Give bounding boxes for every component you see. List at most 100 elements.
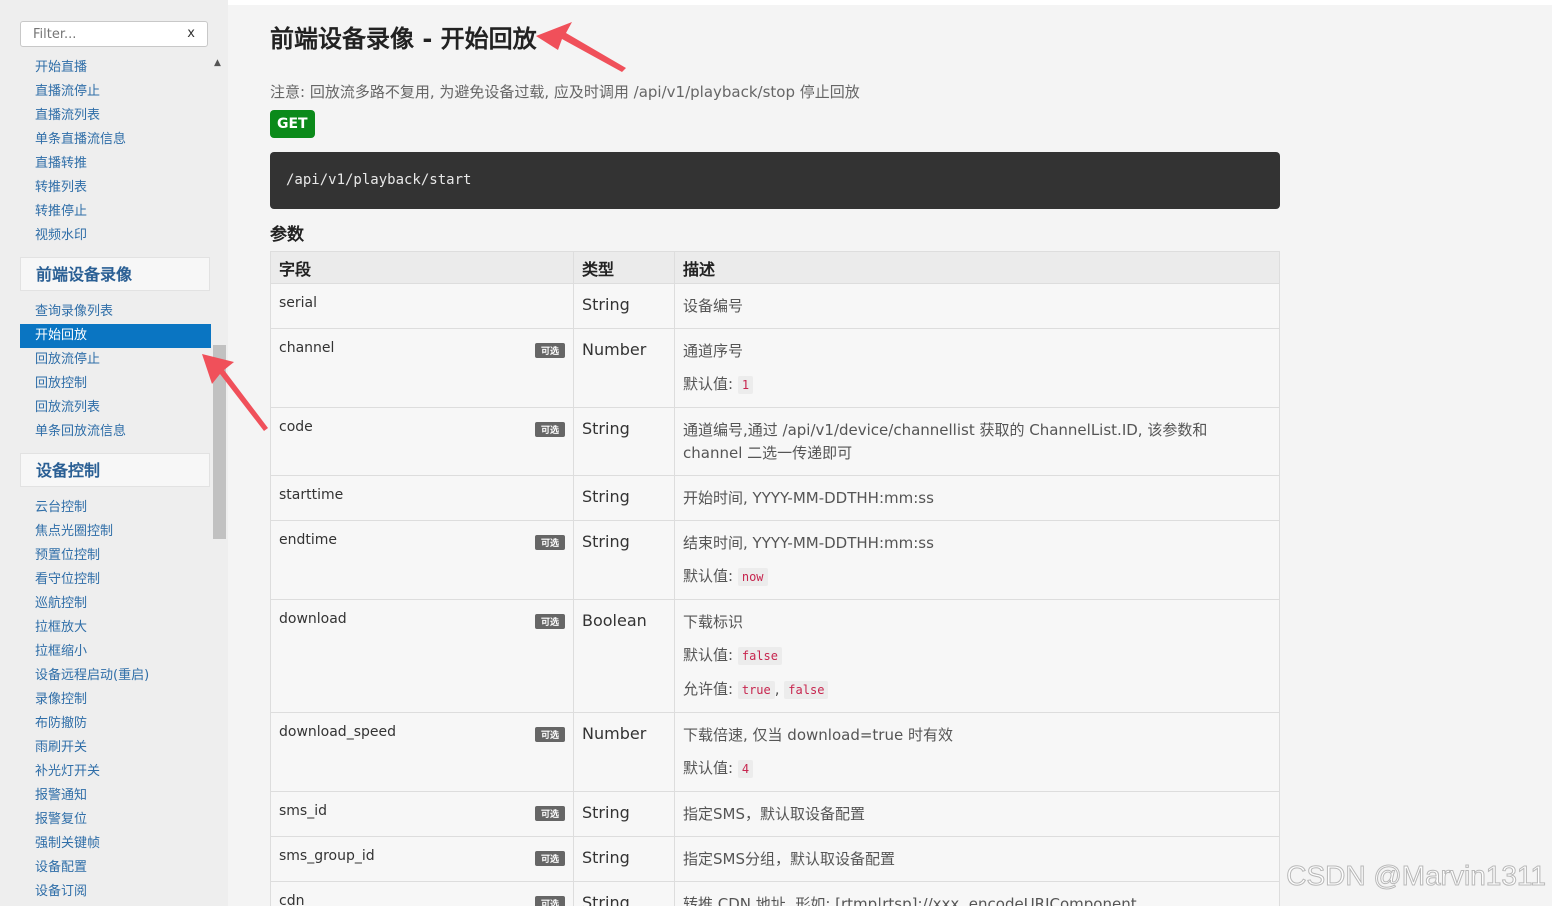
nav-list: 开始直播 直播流停止 直播流列表 单条直播流信息 直播转推 转推列表 转推停止 … (20, 56, 211, 904)
table-row: cdn 可选 String 转推 CDN 地址, 形如: [rtmp|rtsp]:… (270, 881, 1280, 906)
field-label: download_speed (279, 724, 396, 740)
field-label: channel (279, 340, 335, 356)
optional-badge: 可选 (534, 422, 565, 437)
optional-badge: 可选 (534, 806, 565, 821)
nav-item-reboot[interactable]: 设备远程启动(重启) (20, 664, 211, 688)
nav-item-ptz[interactable]: 云台控制 (20, 496, 211, 520)
params-table: 字段 类型 描述 serial String 设备编号 channel 可选 Nu… (270, 251, 1280, 906)
field-description: 下载倍速, 仅当 download=true 时有效 默认值: 4 (674, 712, 1280, 792)
field-type: String (573, 407, 675, 476)
nav-item-push-list[interactable]: 转推列表 (20, 176, 211, 200)
nav-item-zoom-out[interactable]: 拉框缩小 (20, 640, 211, 664)
field-label: endtime (279, 532, 338, 548)
nav-item-cruise[interactable]: 巡航控制 (20, 592, 211, 616)
optional-badge: 可选 (534, 896, 565, 906)
field-type: Number (573, 712, 675, 792)
nav-item-playback-info[interactable]: 单条回放流信息 (20, 420, 211, 444)
field-name: endtime 可选 (270, 520, 574, 600)
table-row: serial String 设备编号 (270, 283, 1280, 329)
nav-item-live-stop[interactable]: 直播流停止 (20, 80, 211, 104)
nav-group-device-record[interactable]: 前端设备录像 (20, 257, 210, 291)
description-text: 指定SMS，默认取设备配置 (683, 805, 865, 823)
field-label: starttime (279, 487, 344, 503)
field-label: download (279, 611, 347, 627)
nav-item-guard[interactable]: 布防撤防 (20, 712, 211, 736)
main-content: 前端设备录像 - 开始回放 注意: 回放流多路不复用, 为避免设备过载, 应及时… (228, 0, 1552, 906)
optional-badge: 可选 (534, 535, 565, 550)
field-description: 转推 CDN 地址, 形如: [rtmp|rtsp]://xxx, encode… (674, 881, 1280, 906)
allowed-value: true (737, 681, 775, 699)
field-description: 通道序号 默认值: 1 (674, 328, 1280, 408)
scrollbar-thumb[interactable] (213, 345, 226, 539)
nav-item-record-control[interactable]: 录像控制 (20, 688, 211, 712)
field-label: code (279, 419, 313, 435)
nav-item-watermark[interactable]: 视频水印 (20, 224, 211, 248)
field-name: channel 可选 (270, 328, 574, 408)
field-name: serial (270, 283, 574, 329)
nav-item-home-position[interactable]: 看守位控制 (20, 568, 211, 592)
nav-item-live-list[interactable]: 直播流列表 (20, 104, 211, 128)
allowed-label: 允许值: (683, 680, 734, 698)
nav-item-live-push[interactable]: 直播转推 (20, 152, 211, 176)
description-text: 通道编号,通过 /api/v1/device/channellist 获取的 C… (683, 421, 1208, 462)
nav-item-wiper[interactable]: 雨刷开关 (20, 736, 211, 760)
nav-item-playback-control[interactable]: 回放控制 (20, 372, 211, 396)
default-label: 默认值: (683, 375, 734, 393)
table-row: starttime String 开始时间, YYYY-MM-DDTHH:mm:… (270, 475, 1280, 521)
field-type: String (573, 791, 675, 837)
filter-box: x (20, 21, 208, 47)
nav-item-focus[interactable]: 焦点光圈控制 (20, 520, 211, 544)
nav-item-playback-start[interactable]: 开始回放 (20, 324, 211, 348)
nav-item-playback-stop[interactable]: 回放流停止 (20, 348, 211, 372)
header-field: 字段 (270, 251, 574, 284)
default-value: now (737, 568, 768, 586)
nav-item-device-config[interactable]: 设备配置 (20, 856, 211, 880)
scroll-up-icon[interactable]: ▲ (214, 58, 221, 68)
filter-input[interactable] (21, 22, 181, 46)
nav-item-start-live[interactable]: 开始直播 (20, 56, 211, 80)
description-text: 设备编号 (683, 297, 744, 315)
field-description: 指定SMS，默认取设备配置 (674, 791, 1280, 837)
nav-item-device-subscribe[interactable]: 设备订阅 (20, 880, 211, 904)
nav-item-playback-list[interactable]: 回放流列表 (20, 396, 211, 420)
field-description: 指定SMS分组，默认取设备配置 (674, 836, 1280, 882)
description-text: 下载标识 (683, 613, 744, 631)
default-value: false (737, 647, 782, 665)
field-label: sms_id (279, 803, 328, 819)
field-name: download 可选 (270, 599, 574, 713)
optional-badge: 可选 (534, 851, 565, 866)
nav-item-keyframe[interactable]: 强制关键帧 (20, 832, 211, 856)
nav-item-alarm-notify[interactable]: 报警通知 (20, 784, 211, 808)
field-type: String (573, 881, 675, 906)
clear-filter-button[interactable]: x (187, 26, 195, 41)
watermark: CSDN @Marvin1311 (1286, 860, 1547, 892)
http-method-badge: GET (270, 110, 315, 138)
field-type: Boolean (573, 599, 675, 713)
nav-item-live-info[interactable]: 单条直播流信息 (20, 128, 211, 152)
table-row: download 可选 Boolean 下载标识 默认值: false 允许值: … (270, 599, 1280, 713)
allowed-line: 允许值: true, false (683, 678, 1271, 702)
nav-item-zoom-in[interactable]: 拉框放大 (20, 616, 211, 640)
field-type: String (573, 283, 675, 329)
nav-item-push-stop[interactable]: 转推停止 (20, 200, 211, 224)
page-title: 前端设备录像 - 开始回放 (270, 25, 537, 53)
header-type: 类型 (573, 251, 675, 284)
field-label: serial (279, 295, 318, 311)
endpoint-code-block: /api/v1/playback/start (270, 152, 1280, 209)
nav-item-alarm-reset[interactable]: 报警复位 (20, 808, 211, 832)
field-name: sms_id 可选 (270, 791, 574, 837)
nav-item-record-list[interactable]: 查询录像列表 (20, 300, 211, 324)
default-line: 默认值: 1 (683, 373, 1271, 397)
optional-badge: 可选 (534, 614, 565, 629)
nav-group-device-control[interactable]: 设备控制 (20, 453, 210, 487)
field-description: 开始时间, YYYY-MM-DDTHH:mm:ss (674, 475, 1280, 521)
table-row: sms_id 可选 String 指定SMS，默认取设备配置 (270, 791, 1280, 837)
table-row: code 可选 String 通道编号,通过 /api/v1/device/cha… (270, 407, 1280, 476)
nav-item-preset[interactable]: 预置位控制 (20, 544, 211, 568)
default-label: 默认值: (683, 567, 734, 585)
description-text: 下载倍速, 仅当 download=true 时有效 (683, 726, 953, 744)
field-description: 下载标识 默认值: false 允许值: true, false (674, 599, 1280, 713)
nav-item-fill-light[interactable]: 补光灯开关 (20, 760, 211, 784)
optional-badge: 可选 (534, 727, 565, 742)
header-description: 描述 (674, 251, 1280, 284)
